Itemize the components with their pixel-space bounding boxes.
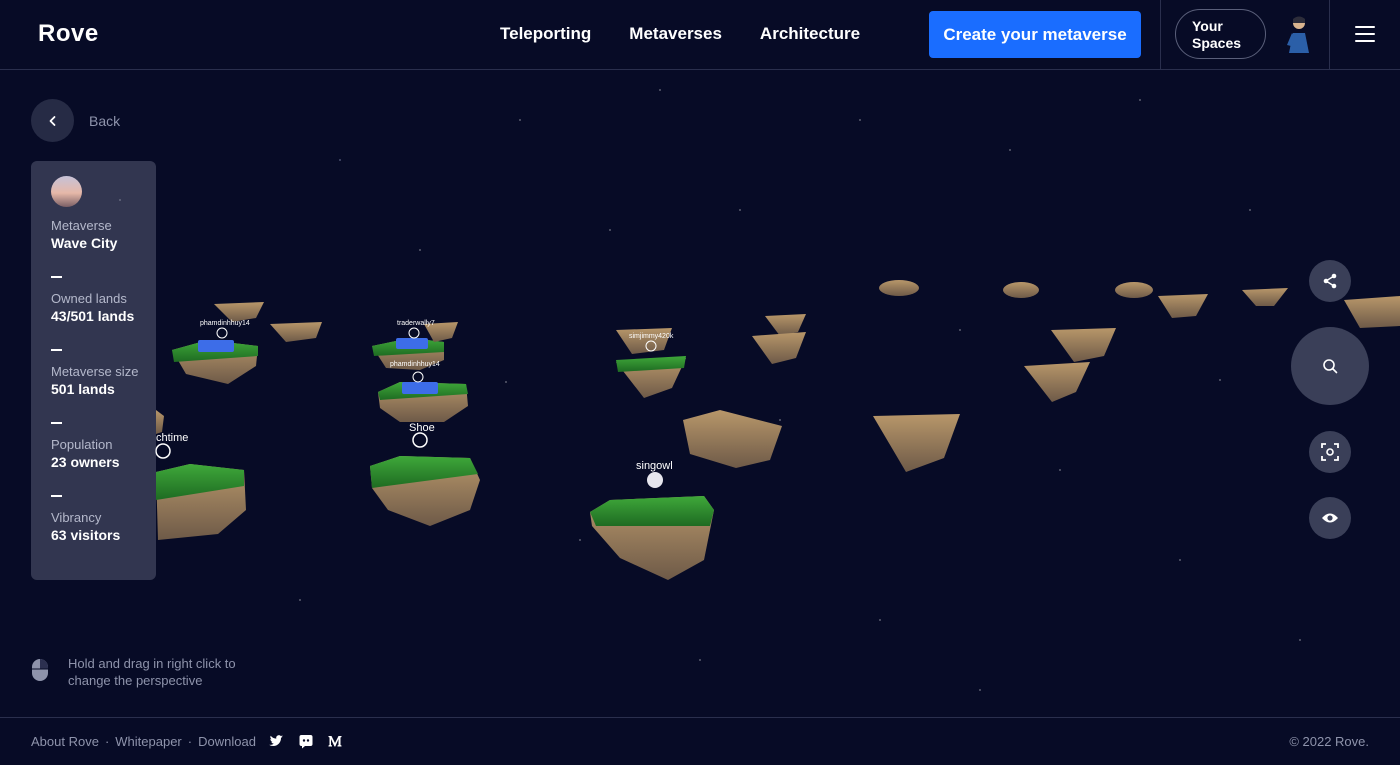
focus-button[interactable] xyxy=(1309,431,1351,473)
header-divider xyxy=(1160,0,1161,70)
back-label[interactable]: Back xyxy=(89,113,120,129)
user-label-traderwally: traderwally7 xyxy=(397,320,435,327)
top-header: Rove Teleporting Metaverses Architecture… xyxy=(0,0,1400,70)
island-chtime xyxy=(156,410,246,540)
stat-divider xyxy=(51,422,62,424)
island-shoe xyxy=(370,456,480,526)
discord-icon[interactable] xyxy=(298,733,314,749)
footer-separator: · xyxy=(187,734,193,749)
island-far-6 xyxy=(1344,296,1400,328)
island-far-1 xyxy=(879,280,919,296)
view-toggle-button[interactable] xyxy=(1309,497,1351,539)
metaverse-scene[interactable] xyxy=(0,70,1400,717)
perspective-hint: Hold and drag in right click to change t… xyxy=(68,656,236,688)
footer-link-about[interactable]: About Rove xyxy=(31,734,99,749)
nav-teleporting[interactable]: Teleporting xyxy=(500,24,591,44)
stat-size-label: Metaverse size xyxy=(51,364,139,379)
stat-divider xyxy=(51,349,62,351)
island-far-5 xyxy=(1242,288,1288,306)
your-spaces-line1: Your xyxy=(1192,18,1223,34)
user-label-shoe: Shoe xyxy=(409,422,435,434)
twitter-icon[interactable] xyxy=(268,733,284,749)
avatar-marker-phamdinh-b[interactable] xyxy=(412,371,424,383)
island-mid-4 xyxy=(873,414,960,472)
island-mid-3 xyxy=(752,314,806,364)
footer-links: About Rove · Whitepaper · Download xyxy=(31,734,256,749)
stat-divider xyxy=(51,495,62,497)
user-label-simjimmy: simjimmy420k xyxy=(629,333,674,340)
user-label-phamdinhhuy14-a: phamdinhhuy14 xyxy=(200,320,250,327)
island-far-4 xyxy=(1158,294,1208,318)
share-button[interactable] xyxy=(1309,260,1351,302)
focus-icon xyxy=(1321,443,1339,461)
user-avatar[interactable] xyxy=(1283,15,1315,55)
chevron-left-icon xyxy=(49,115,55,126)
footer-link-download[interactable]: Download xyxy=(198,734,256,749)
user-label-chtime: chtime xyxy=(156,432,189,444)
user-label-phamdinhhuy14-b: phamdinhhuy14 xyxy=(390,361,440,368)
nav-architecture[interactable]: Architecture xyxy=(760,24,860,44)
island-mid-1 xyxy=(1051,328,1116,362)
island-singowl xyxy=(590,496,714,580)
create-metaverse-button[interactable]: Create your metaverse xyxy=(929,11,1141,58)
stat-size-value: 501 lands xyxy=(51,381,115,397)
stat-vibrancy-value: 63 visitors xyxy=(51,527,121,543)
island-mid-5 xyxy=(683,410,782,468)
user-label-singowl: singowl xyxy=(636,460,673,472)
footer-link-whitepaper[interactable]: Whitepaper xyxy=(115,734,181,749)
avatar-marker-chtime[interactable] xyxy=(155,443,171,459)
header-divider-2 xyxy=(1329,0,1330,70)
search-button[interactable] xyxy=(1291,327,1369,405)
stat-population-label: Population xyxy=(51,437,113,452)
island-phamdinh-a xyxy=(172,302,322,384)
footer-divider xyxy=(0,717,1400,718)
copyright: © 2022 Rove. xyxy=(1289,734,1369,749)
medium-icon[interactable] xyxy=(327,733,343,749)
island-mid-2 xyxy=(1024,362,1090,402)
stat-vibrancy-label: Vibrancy xyxy=(51,510,102,525)
avatar-marker-singowl[interactable] xyxy=(647,472,663,488)
avatar-marker-trader[interactable] xyxy=(408,327,420,339)
your-spaces-line2: Spaces xyxy=(1192,35,1242,51)
island-far-2 xyxy=(1003,282,1039,298)
your-spaces-button[interactable]: Your Spaces xyxy=(1175,9,1266,59)
rove-logo[interactable]: Rove xyxy=(38,20,99,48)
eye-icon xyxy=(1322,513,1338,523)
back-button[interactable] xyxy=(31,99,74,142)
avatar-marker-phamdinh-a[interactable] xyxy=(216,327,228,339)
metaverse-avatar xyxy=(51,176,82,207)
island-phamdinh-b xyxy=(378,382,468,422)
search-icon xyxy=(1323,359,1338,374)
mouse-right-click-icon xyxy=(32,659,48,681)
stat-population-value: 23 owners xyxy=(51,454,120,470)
nav-metaverses[interactable]: Metaverses xyxy=(629,24,722,44)
share-icon xyxy=(1323,273,1337,289)
island-far-3 xyxy=(1115,282,1153,298)
avatar-marker-shoe[interactable] xyxy=(412,432,428,448)
hamburger-menu-icon[interactable] xyxy=(1355,26,1375,42)
stat-owned-lands-value: 43/501 lands xyxy=(51,308,135,324)
metaverse-info-panel: Metaverse Wave City Owned lands 43/501 l… xyxy=(31,161,156,580)
footer-separator: · xyxy=(104,734,110,749)
main-nav: Teleporting Metaverses Architecture xyxy=(500,24,860,44)
stat-divider xyxy=(51,276,62,278)
metaverse-name: Wave City xyxy=(51,235,118,251)
stat-owned-lands-label: Owned lands xyxy=(51,291,127,306)
metaverse-label: Metaverse xyxy=(51,218,112,233)
